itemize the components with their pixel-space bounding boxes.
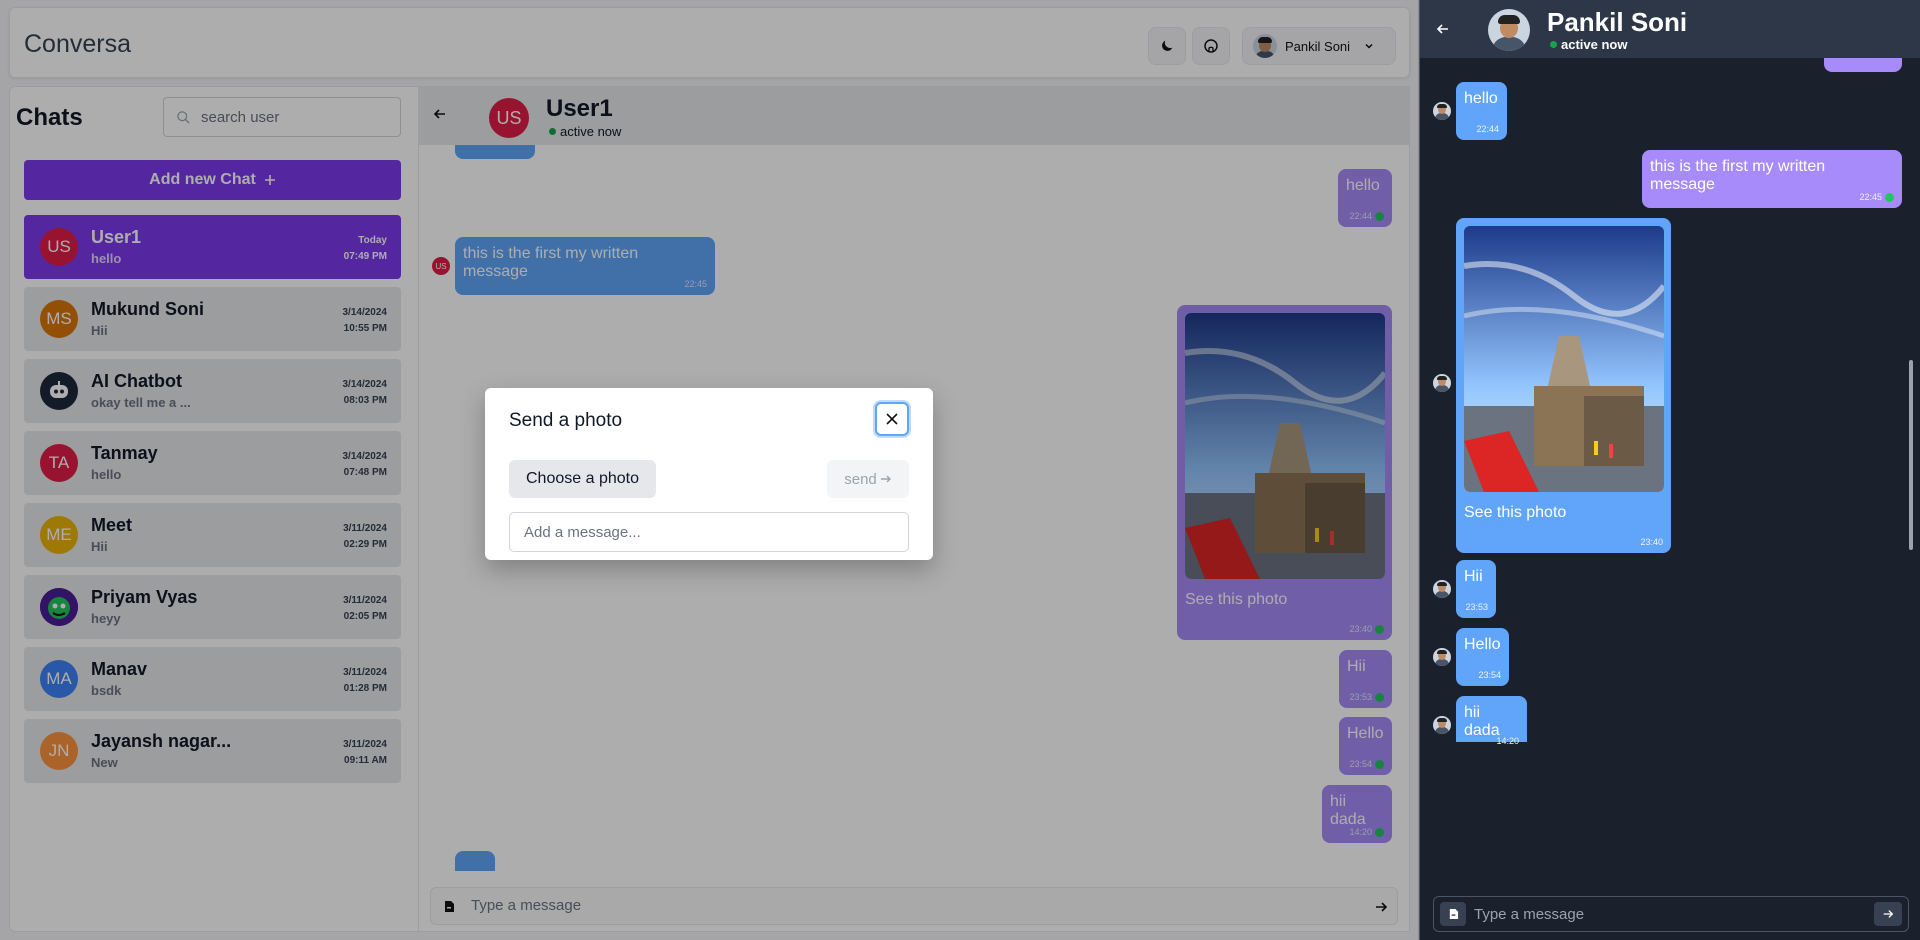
arrow-right-icon [880,475,891,483]
message-bubble: hello 22:44 [1456,82,1507,140]
message-bubble: this is the first my written message 22:… [1642,150,1902,208]
attach-file-icon [1449,908,1458,920]
message-text: Hii [1464,568,1483,585]
contact-name: Pankil Soni [1547,7,1688,37]
back-button[interactable] [1436,22,1450,41]
sender-avatar [1433,580,1451,598]
scrollbar-thumb[interactable] [1909,360,1913,550]
message-text: hello [1464,90,1498,107]
sender-avatar [1433,374,1451,392]
attach-button[interactable] [1440,902,1466,926]
message-time: 22:44 [1476,124,1499,134]
main-app-window: Conversa Pankil Soni Chats Add new Chat … [0,0,1419,940]
message-composer [1433,896,1909,932]
message-text: hii dada [1464,704,1500,739]
sender-avatar [1433,648,1451,666]
message-text: this is the first my written message [1650,158,1826,193]
photo-caption-input[interactable] [509,512,909,552]
delivered-check-icon [1885,192,1894,202]
send-label: send [844,470,877,488]
message-text: Hello [1464,636,1501,653]
message-time: 23:54 [1478,670,1501,680]
close-icon [886,413,898,425]
status-text: active now [1561,37,1628,52]
arrow-left-icon [1436,24,1448,34]
message-time: 22:45 [1859,192,1882,202]
modal-title: Send a photo [509,410,623,431]
send-button[interactable] [1874,902,1902,926]
online-dot [1550,41,1557,48]
message-input[interactable] [1474,906,1864,923]
contact-avatar [1488,9,1530,51]
message-bubble: hii dada 14:20 [1456,696,1527,746]
message-time: 14:20 [1496,736,1519,746]
choose-photo-button[interactable]: Choose a photo [509,460,656,498]
message-time: 23:53 [1465,602,1488,612]
message-bubble: Hello 23:54 [1456,628,1509,686]
photo-message-bubble: See this photo 23:40 [1456,218,1671,553]
send-arrow-icon [1883,910,1894,918]
message-bubble: Hii 23:53 [1456,560,1496,618]
chat-header: Pankil Soni active now [1420,0,1920,58]
close-button[interactable] [875,402,909,436]
send-button[interactable]: send [827,460,909,498]
send-photo-modal: Send a photo Choose a photo send [485,388,933,560]
secondary-chat-window: Pankil Soni active now hello 22:44 this … [1419,0,1920,940]
message-text: See this photo [1464,504,1567,521]
sender-avatar [1433,102,1451,120]
message-time: 23:40 [1640,537,1663,547]
message-bubble-partial [1824,58,1902,72]
temple-photo[interactable] [1464,226,1664,492]
sender-avatar [1433,716,1451,734]
contact-status: active now [1550,37,1627,52]
